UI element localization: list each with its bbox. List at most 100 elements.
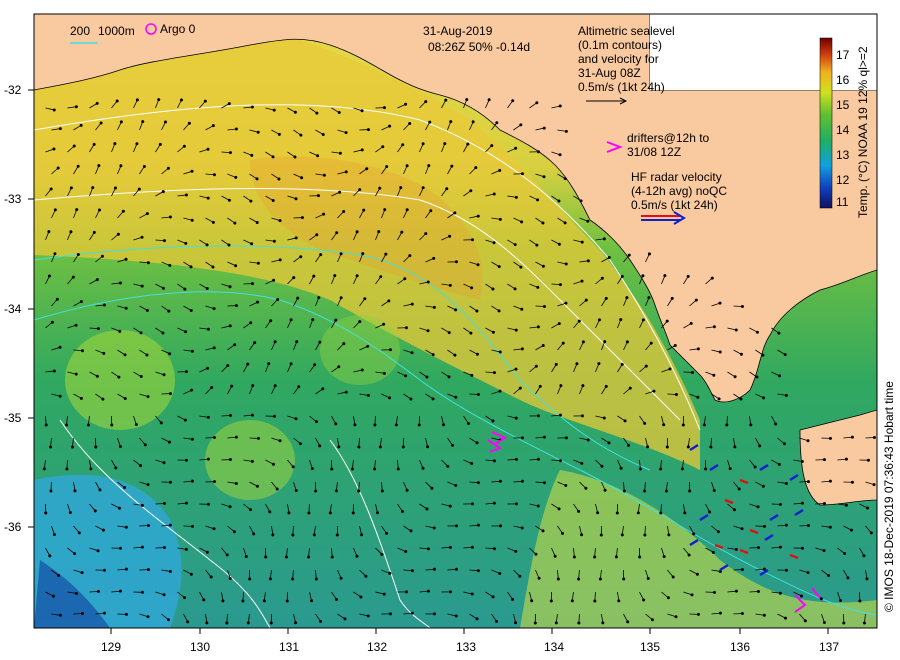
velocity-arrow-head: [146, 615, 150, 619]
velocity-arrow-head: [166, 618, 170, 622]
velocity-arrow-head: [827, 574, 831, 578]
velocity-arrow-head: [572, 555, 576, 559]
velocity-arrow-head: [421, 466, 425, 470]
velocity-arrow-head: [803, 619, 807, 623]
velocity-arrow-head: [850, 435, 854, 439]
velocity-arrow-head: [600, 464, 604, 468]
velocity-arrow-head: [449, 120, 453, 124]
velocity-arrow-head: [627, 443, 631, 447]
velocity-arrow-head: [469, 189, 473, 193]
velocity-arrow-head: [542, 305, 546, 309]
velocity-arrow-head: [113, 142, 117, 146]
velocity-arrow-head: [206, 147, 210, 151]
velocity-arrow-head: [119, 120, 123, 124]
velocity-arrow-head: [334, 489, 338, 493]
velocity-arrow-head: [289, 362, 293, 366]
velocity-arrow-head: [475, 309, 479, 313]
velocity-arrow-head: [76, 252, 80, 256]
velocity-arrow-head: [822, 458, 826, 462]
velocity-arrow-head: [520, 307, 524, 311]
velocity-arrow-head: [778, 591, 782, 595]
velocity-arrow-head: [358, 188, 362, 192]
velocity-arrow-head: [249, 199, 253, 203]
velocity-arrow-head: [314, 577, 318, 581]
velocity-arrow-head: [755, 330, 759, 334]
velocity-arrow-head: [269, 319, 273, 323]
velocity-arrow-head: [783, 616, 787, 620]
velocity-arrow-head: [262, 599, 266, 603]
velocity-arrow-head: [116, 232, 120, 236]
velocity-arrow-head: [317, 296, 321, 300]
velocity-arrow-head: [620, 274, 624, 278]
velocity-arrow-head: [184, 501, 188, 505]
velocity-arrow-head: [312, 533, 316, 537]
velocity-arrow-head: [382, 371, 386, 375]
velocity-arrow-head: [351, 511, 355, 515]
velocity-arrow-head: [541, 264, 545, 268]
velocity-arrow-head: [401, 143, 405, 147]
velocity-arrow-head: [299, 133, 303, 137]
velocity-arrow-head: [718, 301, 722, 305]
velocity-arrow-head: [432, 612, 436, 616]
velocity-arrow-head: [756, 505, 760, 509]
velocity-arrow-head: [647, 296, 651, 300]
velocity-arrow-head: [850, 480, 854, 484]
velocity-arrow-head: [158, 142, 162, 146]
velocity-arrow-head: [784, 393, 788, 397]
velocity-arrow-head: [584, 486, 588, 490]
velocity-arrow-head: [383, 208, 387, 212]
velocity-arrow-head: [93, 509, 97, 513]
velocity-arrow-head: [382, 592, 386, 596]
velocity-arrow-head: [225, 553, 229, 557]
velocity-arrow-head: [69, 186, 73, 190]
velocity-arrow-head: [498, 479, 502, 483]
velocity-arrow-head: [519, 265, 523, 269]
velocity-arrow-head: [429, 209, 433, 213]
velocity-arrow-head: [118, 445, 122, 449]
velocity-arrow-head: [454, 308, 458, 312]
velocity-arrow-head: [387, 299, 391, 303]
velocity-arrow-head: [404, 550, 408, 554]
velocity-arrow-head: [143, 443, 147, 447]
velocity-arrow-head: [184, 370, 188, 374]
velocity-arrow-head: [94, 445, 98, 449]
velocity-arrow-head: [756, 589, 760, 593]
velocity-arrow-head: [123, 486, 127, 490]
velocity-arrow-head: [563, 177, 567, 181]
velocity-arrow-head: [121, 209, 125, 213]
velocity-arrow-head: [272, 108, 276, 112]
velocity-arrow-head: [662, 423, 666, 427]
velocity-arrow-head: [307, 511, 311, 515]
velocity-arrow-head: [885, 621, 888, 624]
velocity-arrow-head: [162, 502, 166, 506]
velocity-arrow-head: [228, 414, 232, 418]
argo-label: Argo 0: [160, 22, 196, 36]
velocity-arrow-head: [190, 349, 194, 353]
velocity-arrow-head: [278, 258, 282, 262]
velocity-arrow-head: [537, 576, 541, 580]
velocity-arrow-head: [256, 261, 260, 265]
velocity-arrow-head: [694, 298, 698, 302]
velocity-arrow-head: [297, 385, 301, 389]
velocity-arrow-head: [102, 351, 106, 355]
velocity-arrow-head: [139, 331, 143, 335]
velocity-arrow-head: [321, 387, 325, 391]
velocity-arrow-head: [844, 457, 848, 461]
velocity-arrow-head: [166, 166, 170, 170]
velocity-arrow-head: [586, 259, 590, 263]
velocity-arrow-head: [80, 612, 84, 616]
velocity-arrow-head: [268, 510, 272, 514]
velocity-arrow-head: [225, 621, 229, 625]
velocity-arrow-head: [622, 489, 626, 493]
velocity-arrow-head: [782, 442, 786, 446]
altimetry-line-2: (0.1m contours): [578, 38, 663, 52]
velocity-arrow-head: [491, 330, 495, 334]
x-tick-134: 134: [544, 640, 565, 654]
hf-legend: HF radar velocity (4-12h avg) noQC 0.5m/…: [631, 170, 727, 212]
velocity-arrow-head: [410, 611, 414, 615]
velocity-arrow-head: [294, 236, 298, 240]
velocity-arrow-head: [405, 164, 409, 168]
velocity-arrow-head: [184, 193, 188, 197]
velocity-arrow-head: [44, 511, 48, 515]
velocity-arrow-head: [490, 144, 494, 148]
